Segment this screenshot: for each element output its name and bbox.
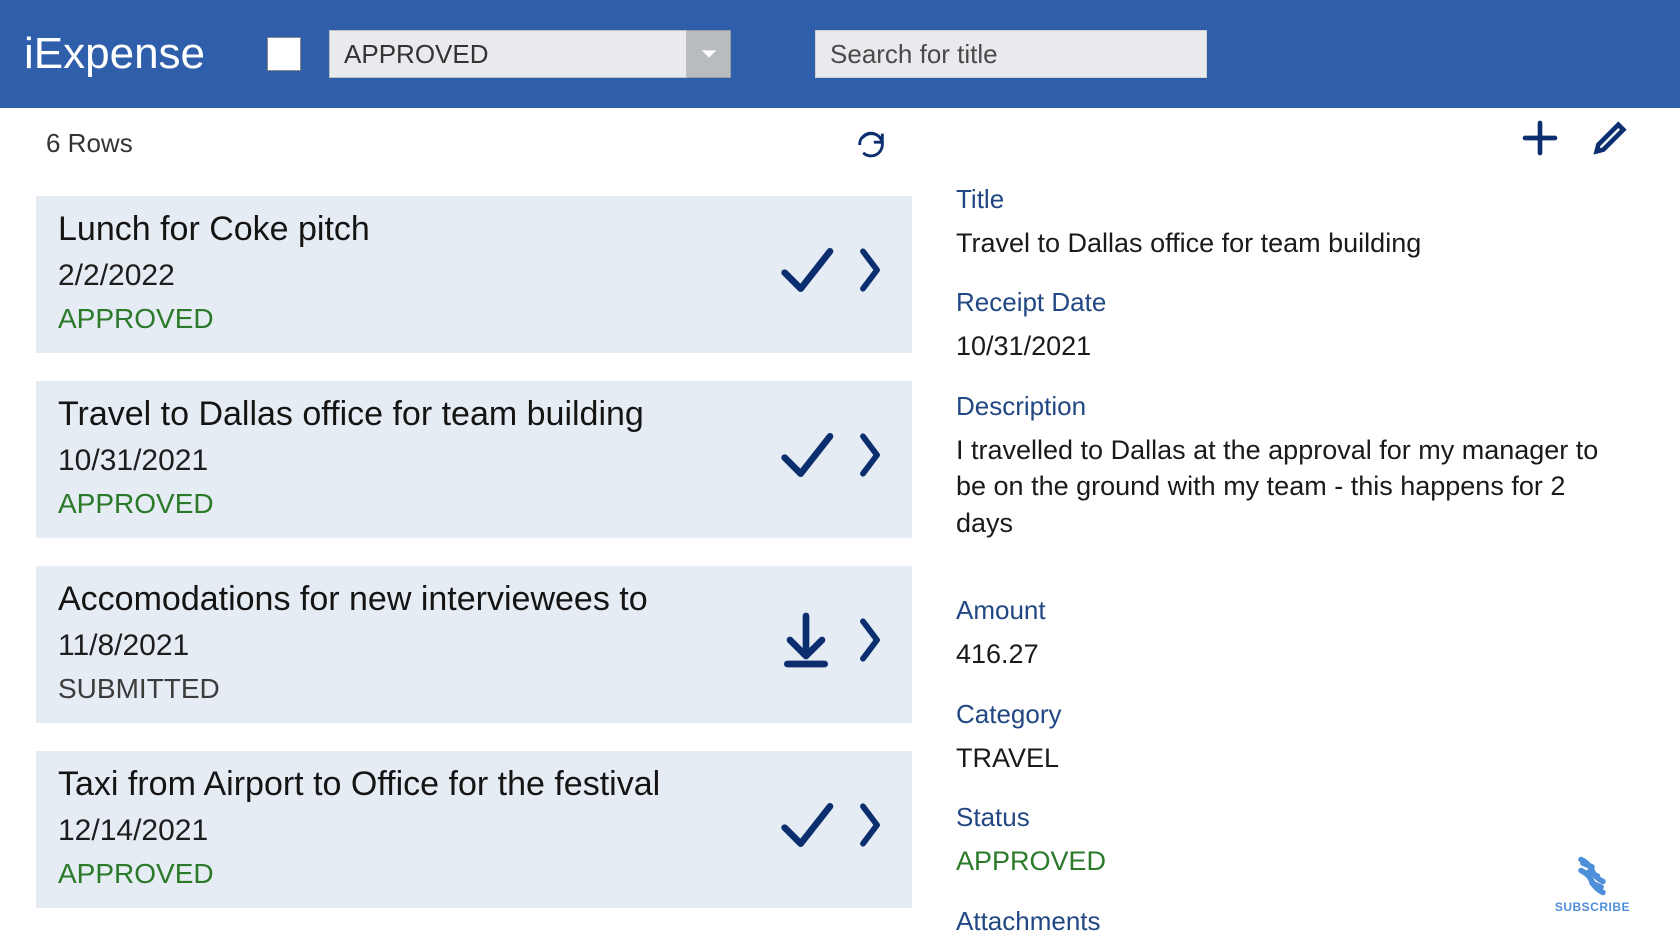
value-status: APPROVED xyxy=(956,843,1620,879)
label-category: Category xyxy=(956,699,1620,730)
download-icon xyxy=(774,608,838,677)
value-category: TRAVEL xyxy=(956,740,1620,776)
card-status: APPROVED xyxy=(58,488,644,520)
list-toolbar: 6 Rows xyxy=(0,108,920,172)
app-header: iExpense APPROVED xyxy=(0,0,1680,108)
search-input[interactable] xyxy=(815,30,1207,78)
chevron-right-icon[interactable] xyxy=(848,242,892,303)
filter-checkbox[interactable] xyxy=(267,37,301,71)
refresh-icon[interactable] xyxy=(854,128,888,167)
card-status: APPROVED xyxy=(58,303,370,335)
status-filter-dropdown[interactable]: APPROVED xyxy=(329,30,731,78)
chevron-right-icon[interactable] xyxy=(848,612,892,673)
app-title: iExpense xyxy=(24,29,205,79)
check-icon xyxy=(774,238,838,307)
card-date: 2/2/2022 xyxy=(58,259,370,293)
value-title: Travel to Dallas office for team buildin… xyxy=(956,225,1620,261)
card-status: APPROVED xyxy=(58,858,660,890)
card-title: Accomodations for new interviewees to xyxy=(58,580,648,619)
check-icon xyxy=(774,423,838,492)
value-description: I travelled to Dallas at the approval fo… xyxy=(956,432,1620,541)
label-title: Title xyxy=(956,184,1620,215)
subscribe-label: SUBSCRIBE xyxy=(1555,900,1630,914)
value-amount: 416.27 xyxy=(956,636,1620,672)
check-icon xyxy=(774,793,838,862)
list-scroll[interactable]: Lunch for Coke pitch 2/2/2022 APPROVED Trav… xyxy=(0,172,920,944)
detail-panel: Title Travel to Dallas office for team b… xyxy=(920,108,1680,944)
list-item[interactable]: Travel to Dallas office for team buildin… xyxy=(36,381,912,538)
card-title: Lunch for Coke pitch xyxy=(58,210,370,249)
label-description: Description xyxy=(956,391,1620,422)
label-amount: Amount xyxy=(956,595,1620,626)
label-receipt-date: Receipt Date xyxy=(956,287,1620,318)
edit-icon[interactable] xyxy=(1590,118,1630,163)
detail-toolbar xyxy=(920,108,1680,172)
status-filter-value: APPROVED xyxy=(329,30,687,78)
card-status: SUBMITTED xyxy=(58,673,648,705)
card-date: 11/8/2021 xyxy=(58,629,648,663)
chevron-down-icon[interactable] xyxy=(687,30,731,78)
card-date: 10/31/2021 xyxy=(58,444,644,478)
detail-scroll[interactable]: Title Travel to Dallas office for team b… xyxy=(920,172,1680,944)
add-icon[interactable] xyxy=(1520,118,1560,163)
card-title: Travel to Dallas office for team buildin… xyxy=(58,395,644,434)
chevron-right-icon[interactable] xyxy=(848,427,892,488)
list-item[interactable]: Taxi from Airport to Office for the fest… xyxy=(36,751,912,908)
list-panel: 6 Rows Lunch for Coke pitch 2/2/2022 APPRO… xyxy=(0,108,920,944)
list-item[interactable]: Accomodations for new interviewees to 11/… xyxy=(36,566,912,723)
subscribe-badge[interactable]: SUBSCRIBE xyxy=(1555,854,1630,914)
list-item[interactable]: Lunch for Coke pitch 2/2/2022 APPROVED xyxy=(36,196,912,353)
card-date: 12/14/2021 xyxy=(58,814,660,848)
dna-icon xyxy=(1570,854,1614,898)
row-count: 6 Rows xyxy=(46,128,133,159)
content: 6 Rows Lunch for Coke pitch 2/2/2022 APPRO… xyxy=(0,108,1680,944)
card-title: Taxi from Airport to Office for the fest… xyxy=(58,765,660,804)
value-receipt-date: 10/31/2021 xyxy=(956,328,1620,364)
chevron-right-icon[interactable] xyxy=(848,797,892,858)
label-attachments: Attachments xyxy=(956,906,1620,937)
label-status: Status xyxy=(956,802,1620,833)
